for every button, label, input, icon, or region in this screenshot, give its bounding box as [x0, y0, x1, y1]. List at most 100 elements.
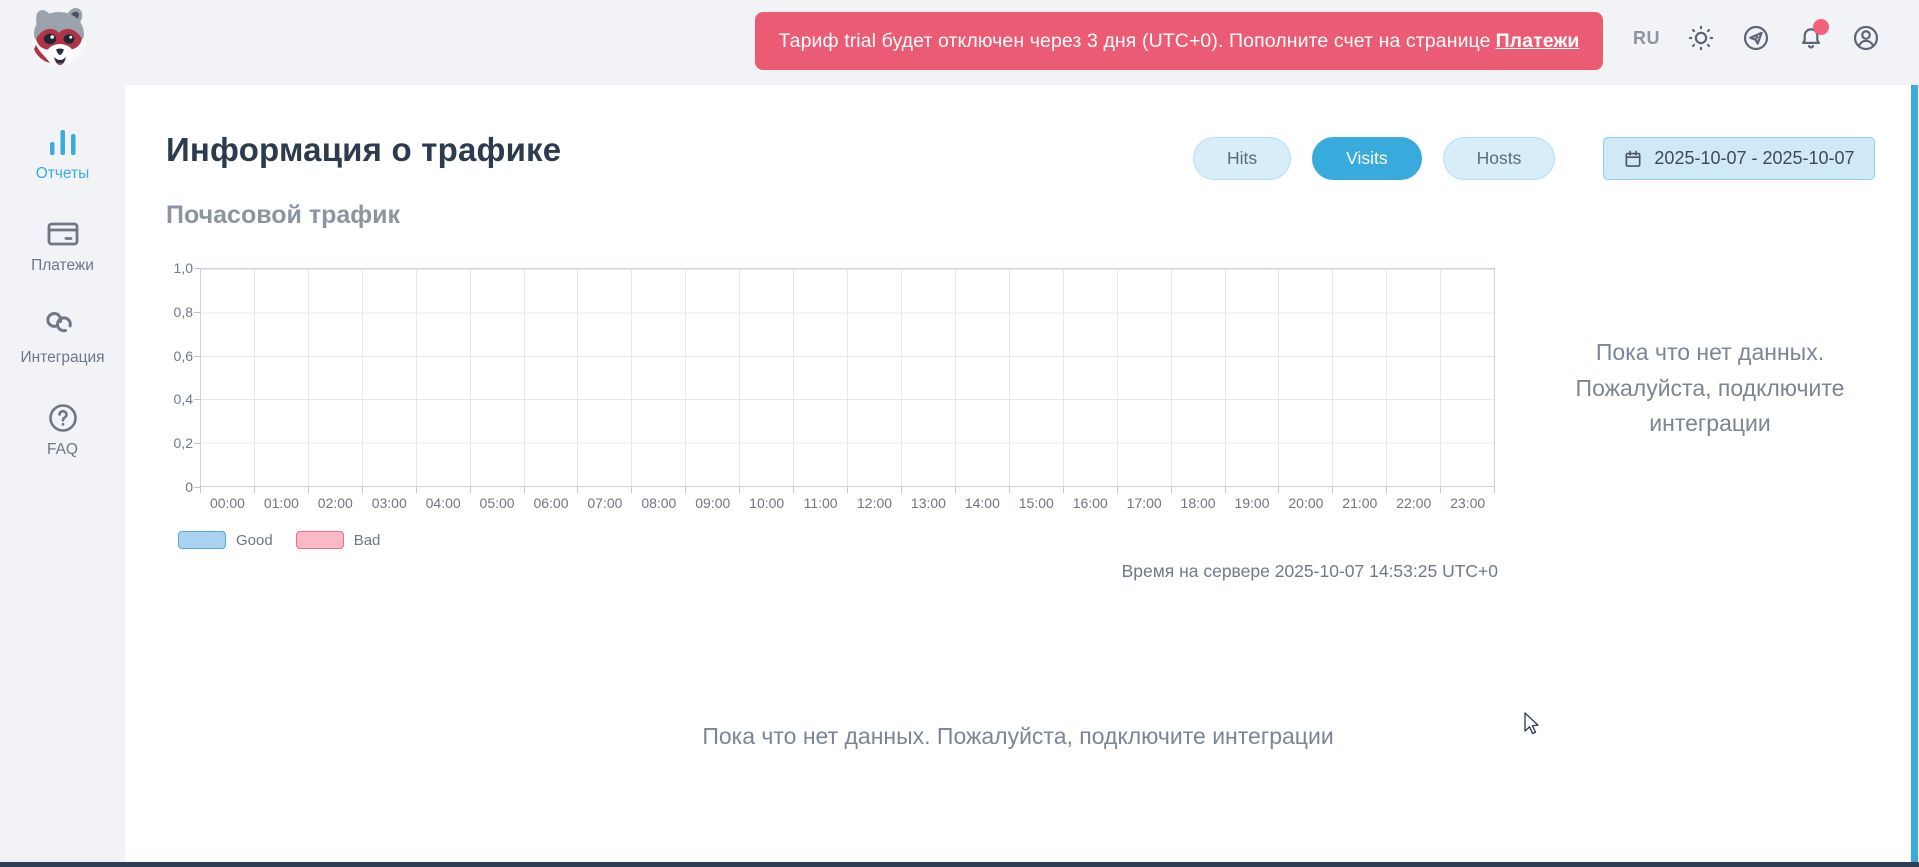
- chart-hour-cell: 11:00: [794, 269, 848, 486]
- calendar-icon: [1623, 149, 1643, 169]
- chart-hour-cell: 18:00: [1172, 269, 1226, 486]
- x-tick-label: 15:00: [1010, 495, 1063, 511]
- sidebar-item-payments[interactable]: Платежи: [0, 217, 125, 275]
- notification-badge: [1813, 19, 1829, 35]
- main-content: Информация о трафике Hits Visits Hosts 202…: [125, 85, 1911, 862]
- chart-hour-cell: 01:00: [255, 269, 309, 486]
- sidebar-item-faq[interactable]: FAQ: [0, 401, 125, 459]
- chart-hour-cell: 04:00: [417, 269, 471, 486]
- notifications-bell-icon[interactable]: [1797, 24, 1825, 52]
- chart-hour-cell: 21:00: [1333, 269, 1387, 486]
- chart-hour-cell: 22:00: [1387, 269, 1441, 486]
- sidebar-nav: Отчеты Платежи Интеграция FAQ: [0, 85, 125, 862]
- date-range-picker[interactable]: 2025-10-07 - 2025-10-07: [1603, 137, 1875, 180]
- language-switcher[interactable]: RU: [1633, 28, 1660, 49]
- y-tick-label: 0,6: [166, 347, 193, 365]
- telegram-icon[interactable]: [1742, 24, 1770, 52]
- trial-warning-banner: Тариф trial будет отключен через 3 дня (…: [755, 12, 1603, 70]
- x-tick-label: 01:00: [255, 495, 308, 511]
- chart-hour-cell: 23:00: [1441, 269, 1494, 486]
- no-data-message-bottom: Пока что нет данных. Пожалуйста, подключ…: [125, 723, 1911, 750]
- x-tick-label: 05:00: [471, 495, 524, 511]
- legend-item-good[interactable]: Good: [178, 531, 273, 549]
- chart-hour-cell: 17:00: [1118, 269, 1172, 486]
- y-tick-label: 0,4: [166, 390, 193, 408]
- chart-hour-cell: 07:00: [578, 269, 632, 486]
- x-tick-label: 10:00: [740, 495, 793, 511]
- x-tick-label: 11:00: [794, 495, 847, 511]
- chart-hour-cell: 19:00: [1226, 269, 1280, 486]
- hourly-traffic-chart: 1,00,80,60,40,20 00:0001:0002:0003:0004:…: [166, 268, 1506, 538]
- x-tick-label: 16:00: [1064, 495, 1117, 511]
- app-logo[interactable]: [22, 4, 96, 70]
- legend-swatch: [296, 531, 344, 549]
- chart-hour-cell: 13:00: [902, 269, 956, 486]
- sidebar-item-label: FAQ: [47, 441, 78, 459]
- x-tick-label: 12:00: [848, 495, 901, 511]
- no-data-message-side: Пока что нет данных. Пожалуйста, подключ…: [1550, 335, 1870, 442]
- chart-hour-cell: 03:00: [363, 269, 417, 486]
- app-header: Тариф trial будет отключен через 3 дня (…: [0, 0, 1919, 85]
- y-tick-label: 0,2: [166, 434, 193, 452]
- page: Тариф trial будет отключен через 3 дня (…: [0, 0, 1919, 867]
- credit-card-icon: [45, 217, 81, 251]
- sidebar-item-label: Интеграция: [20, 349, 104, 367]
- sidebar-item-label: Платежи: [31, 257, 94, 275]
- chart-hour-cell: 12:00: [848, 269, 902, 486]
- bar-chart-icon: [45, 125, 81, 159]
- chart-hour-cell: 14:00: [956, 269, 1010, 486]
- x-tick-label: 13:00: [902, 495, 955, 511]
- chart-plot-area: 00:0001:0002:0003:0004:0005:0006:0007:00…: [200, 268, 1495, 487]
- sidebar-item-reports[interactable]: Отчеты: [0, 125, 125, 183]
- x-tick-label: 22:00: [1387, 495, 1440, 511]
- x-tick-label: 04:00: [417, 495, 470, 511]
- x-tick-label: 14:00: [956, 495, 1009, 511]
- metric-button-visits[interactable]: Visits: [1312, 137, 1422, 180]
- scrollbar[interactable]: [1911, 85, 1918, 862]
- metric-button-hosts[interactable]: Hosts: [1443, 137, 1556, 180]
- chart-hour-cell: 06:00: [525, 269, 579, 486]
- chart-hour-cell: 08:00: [632, 269, 686, 486]
- chart-hour-cell: 15:00: [1010, 269, 1064, 486]
- x-tick-label: 23:00: [1441, 495, 1494, 511]
- chart-hour-cell: 09:00: [686, 269, 740, 486]
- chart-legend: Good Bad: [178, 531, 380, 549]
- chart-y-axis: 1,00,80,60,40,20: [166, 268, 193, 487]
- y-tick-label: 0,8: [166, 303, 193, 321]
- x-tick-label: 20:00: [1279, 495, 1332, 511]
- link-chain-icon: [45, 309, 81, 343]
- sidebar-item-integration[interactable]: Интеграция: [0, 309, 125, 367]
- theme-sun-icon[interactable]: [1687, 24, 1715, 52]
- chart-hour-cell: 10:00: [740, 269, 794, 486]
- server-time: Время на сервере 2025-10-07 14:53:25 UTC…: [1122, 561, 1498, 582]
- x-tick-label: 06:00: [525, 495, 578, 511]
- y-tick-label: 1,0: [166, 259, 193, 277]
- account-icon[interactable]: [1852, 24, 1880, 52]
- x-tick-label: 21:00: [1333, 495, 1386, 511]
- chart-hour-cell: 02:00: [309, 269, 363, 486]
- x-tick-label: 17:00: [1118, 495, 1171, 511]
- question-circle-icon: [45, 401, 81, 435]
- legend-swatch: [178, 531, 226, 549]
- x-tick-label: 18:00: [1172, 495, 1225, 511]
- banner-payments-link[interactable]: Платежи: [1496, 30, 1580, 53]
- x-tick-label: 02:00: [309, 495, 362, 511]
- header-controls: RU: [1633, 0, 1880, 76]
- x-tick-label: 07:00: [578, 495, 631, 511]
- legend-label: Good: [236, 532, 273, 549]
- date-range-value: 2025-10-07 - 2025-10-07: [1654, 148, 1854, 169]
- bottom-accent-bar: [0, 862, 1919, 867]
- metric-button-group: Hits Visits Hosts: [1193, 137, 1555, 180]
- page-title: Информация о трафике: [166, 131, 561, 169]
- metric-button-hits[interactable]: Hits: [1193, 137, 1291, 180]
- chart-hour-cell: 20:00: [1279, 269, 1333, 486]
- legend-item-bad[interactable]: Bad: [296, 531, 381, 549]
- x-tick-label: 03:00: [363, 495, 416, 511]
- chart-hour-cell: 05:00: [471, 269, 525, 486]
- banner-text: Тариф trial будет отключен через 3 дня (…: [779, 30, 1491, 53]
- section-title: Почасовой трафик: [166, 201, 400, 230]
- sidebar-item-label: Отчеты: [36, 165, 90, 183]
- raccoon-logo-icon: [22, 4, 96, 70]
- x-tick-label: 09:00: [686, 495, 739, 511]
- chart-hour-cell: 00:00: [201, 269, 255, 486]
